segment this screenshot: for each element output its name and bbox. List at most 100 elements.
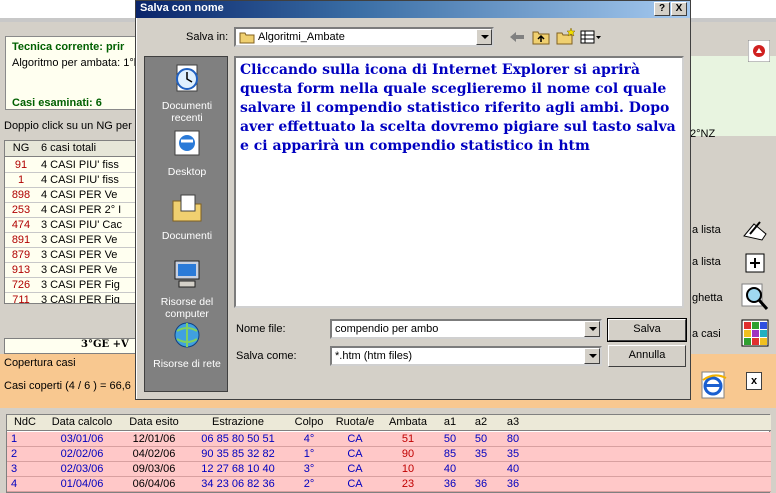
cell: 50 (474, 433, 488, 445)
place-desktop[interactable]: Desktop (145, 127, 229, 178)
recent-documents-icon (176, 64, 198, 92)
cell: 02/02/06 (60, 448, 104, 460)
file-name-value: compendio per ambo (335, 323, 439, 335)
place-documenti-recenti[interactable]: Documenti recenti (145, 61, 229, 124)
col-a1: a1 (443, 416, 457, 428)
pen-note-icon[interactable] (740, 216, 770, 246)
col-estrazione: Estrazione (212, 416, 264, 428)
cell: 12 27 68 10 40 (201, 463, 275, 475)
right-green-panel (686, 56, 776, 136)
ng-value: 474 (11, 219, 31, 231)
chevron-down-icon[interactable] (584, 321, 600, 337)
table-row[interactable]: 1 03/01/06 12/01/06 06 85 80 50 51 4° CA… (7, 432, 771, 447)
cell: CA (347, 478, 363, 490)
col-data-calcolo: Data calcolo (51, 416, 113, 428)
close-button[interactable]: X (671, 2, 687, 16)
place-risorse-rete[interactable]: Risorse di rete (145, 319, 229, 370)
ng-desc: 3 CASI PER Fig (41, 294, 120, 304)
chevron-down-icon[interactable] (584, 348, 600, 364)
ng-header: NG (12, 142, 30, 154)
cancel-button[interactable]: Annulla (608, 345, 686, 367)
instruction-text: Cliccando sulla icona di Internet Explor… (240, 62, 676, 154)
magnifier-icon[interactable] (740, 282, 770, 312)
grid-colors-icon[interactable] (740, 318, 770, 348)
ng-value: 891 (11, 234, 31, 246)
table-row[interactable]: 253 4 CASI PER 2° I (5, 203, 139, 218)
table-row[interactable]: 2 02/02/06 04/02/06 90 35 85 32 82 1° CA… (7, 447, 771, 462)
save-as-type-combo[interactable]: *.htm (htm files) (330, 346, 602, 366)
ng-desc: 4 CASI PER Ve (41, 189, 118, 201)
table-row[interactable]: 891 3 CASI PER Ve (5, 233, 139, 248)
save-in-combo[interactable]: Algoritmi_Ambate (234, 27, 494, 47)
cell: 90 35 85 32 82 (201, 448, 275, 460)
col-colpo: Colpo (294, 416, 324, 428)
table-row[interactable]: 4 01/04/06 06/04/06 34 23 06 82 36 2° CA… (7, 477, 771, 492)
save-as-type-label: Salva come: (236, 350, 297, 362)
ng-value: 1 (17, 174, 25, 186)
cell: 1° (303, 448, 315, 460)
save-in-label: Salva in: (186, 31, 229, 43)
copertura-close-icon[interactable]: x (746, 372, 762, 390)
place-documenti[interactable]: Documenti (145, 191, 229, 242)
file-name-input[interactable]: compendio per ambo (330, 319, 602, 339)
cell: CA (347, 448, 363, 460)
cell: 04/02/06 (132, 448, 176, 460)
dialog-titlebar[interactable]: Salva con nome ? X (136, 1, 690, 18)
ge-bar: 3°GE +V (4, 338, 140, 354)
file-name-label: Nome file: (236, 323, 286, 335)
save-in-value: Algoritmi_Ambate (258, 31, 345, 43)
table-row[interactable]: 3 02/03/06 09/03/06 12 27 68 10 40 3° CA… (7, 462, 771, 477)
places-bar: Documenti recenti Desktop Documenti Riso… (144, 56, 228, 392)
documents-folder-icon (172, 194, 202, 222)
computer-icon (174, 260, 200, 288)
save-button[interactable]: Salva (607, 318, 687, 342)
cell: 90 (401, 448, 415, 460)
help-button[interactable]: ? (654, 2, 670, 16)
cell: CA (347, 433, 363, 445)
cell: 40 (506, 463, 520, 475)
casi-coperti: Casi coperti (4 / 6 ) = 66,6 (4, 380, 131, 392)
cell: 06/04/06 (132, 478, 176, 490)
back-arrow-icon[interactable] (508, 29, 526, 45)
ng-desc: 3 CASI PER Fig (41, 279, 120, 291)
cell: 02/03/06 (60, 463, 104, 475)
ng-value: 91 (14, 159, 28, 171)
alert-icon[interactable] (748, 40, 770, 62)
table-row[interactable]: 898 4 CASI PER Ve (5, 188, 139, 203)
cell: 2 (11, 448, 18, 460)
new-folder-icon[interactable] (556, 27, 576, 45)
table-row[interactable]: 726 3 CASI PER Fig (5, 278, 139, 293)
col-ndc: NdC (13, 416, 36, 428)
cell: 36 (443, 478, 457, 490)
chevron-down-icon[interactable] (476, 29, 492, 45)
file-list-area[interactable]: Cliccando sulla icona di Internet Explor… (234, 56, 684, 308)
ng-desc: 4 CASI PIU' fiss (41, 159, 119, 171)
table-row[interactable]: 711 3 CASI PER Fig (5, 293, 139, 304)
internet-explorer-icon[interactable] (700, 370, 728, 400)
view-menu-icon[interactable] (580, 29, 602, 45)
cell: 35 (474, 448, 488, 460)
folder-icon (239, 32, 255, 44)
cell: CA (347, 463, 363, 475)
cell: 10 (401, 463, 415, 475)
ng-value: 726 (11, 279, 31, 291)
table-row[interactable]: 879 3 CASI PER Ve (5, 248, 139, 263)
add-icon[interactable] (740, 248, 770, 278)
cell: 4° (303, 433, 315, 445)
cell: 80 (506, 433, 520, 445)
up-folder-icon[interactable] (532, 28, 550, 45)
cell: 3 (11, 463, 18, 475)
cell: 35 (506, 448, 520, 460)
place-risorse-computer[interactable]: Risorse del computer (145, 257, 229, 320)
nz-label: 2°NZ (690, 128, 716, 140)
cell: 36 (506, 478, 520, 490)
table-row[interactable]: 913 3 CASI PER Ve (5, 263, 139, 278)
copertura-title: Copertura casi (4, 357, 76, 369)
table-row[interactable]: 91 4 CASI PIU' fiss (5, 158, 139, 173)
table-row[interactable]: 474 3 CASI PIU' Cac (5, 218, 139, 233)
ng-desc: 4 CASI PER 2° I (41, 204, 122, 216)
table-row[interactable]: 1 4 CASI PIU' fiss (5, 173, 139, 188)
cell: 09/03/06 (132, 463, 176, 475)
col-ambata: Ambata (389, 416, 427, 428)
cell: 50 (443, 433, 457, 445)
